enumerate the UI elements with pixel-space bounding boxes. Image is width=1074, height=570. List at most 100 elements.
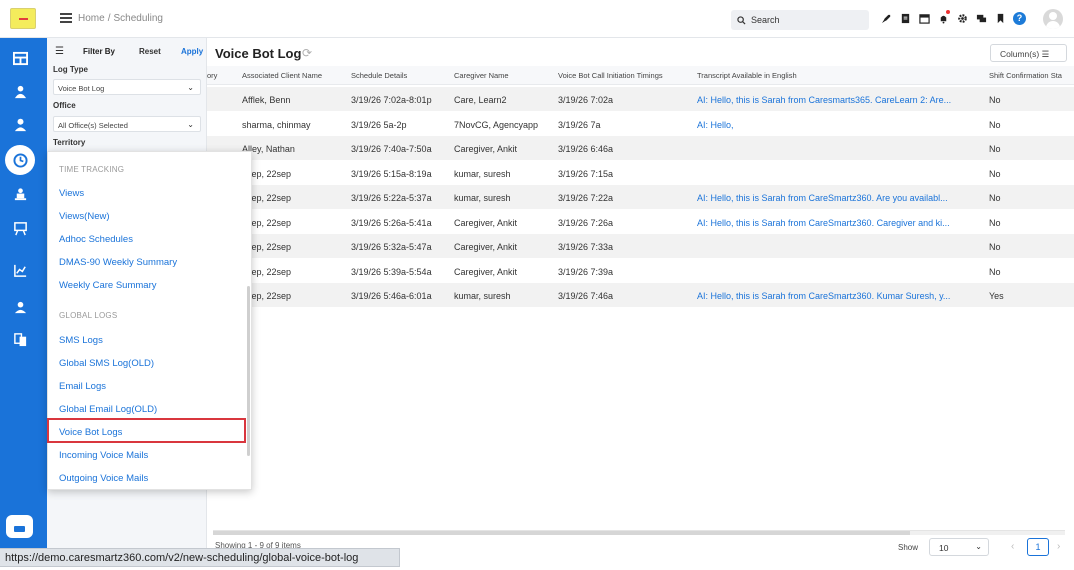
cell-client: Afflek, Benn (242, 95, 291, 105)
help-icon[interactable]: ? (1013, 11, 1026, 25)
cell-confirmation: No (989, 217, 1001, 228)
table-row[interactable]: 2sep, 22sep 3/19/26 5:46a-6:01a kumar, sur… (207, 283, 1074, 307)
office-value: All Office(s) Selected (58, 121, 128, 130)
menu-item-incoming-voice-mails[interactable]: Incoming Voice Mails (59, 450, 148, 461)
cell-transcript[interactable]: AI: Hello, this is Sarah from Caresmarts… (697, 95, 982, 105)
menu-item-voice-bot-logs[interactable]: Voice Bot Logs (59, 427, 122, 438)
filter-collapse-icon[interactable]: ☰ (55, 46, 64, 57)
table-row[interactable]: Alley, Nathan 3/19/26 7:40a-7:50a Caregive… (207, 136, 1074, 160)
notification-bell-icon[interactable] (937, 10, 950, 25)
previous-page-button[interactable]: ‹ (1011, 541, 1014, 552)
filter-title: Filter By (83, 47, 116, 56)
cell-initiation: 3/19/26 7:33a (558, 242, 614, 252)
table-row[interactable]: 2sep, 22sep 3/19/26 5:32a-5:47a Caregiver,… (207, 234, 1074, 258)
cell-transcript[interactable]: AI: Hello, (697, 120, 982, 130)
menu-item-global-sms-log-old[interactable]: Global SMS Log(OLD) (59, 358, 154, 369)
menu-item-views-new[interactable]: Views(New) (59, 211, 110, 222)
left-nav-rail (0, 38, 47, 550)
columns-button[interactable]: Column(s) ☰ (990, 44, 1067, 62)
filter-apply-button[interactable]: Apply (181, 47, 203, 56)
cell-caregiver: kumar, suresh (454, 168, 511, 179)
col-header-caregiver[interactable]: Caregiver Name (454, 71, 509, 80)
current-page-button[interactable]: 1 (1027, 538, 1049, 556)
menu-item-global-email-log-old[interactable]: Global Email Log(OLD) (59, 404, 157, 415)
cell-transcript[interactable]: AI: Hello, this is Sarah from CareSmartz… (697, 291, 982, 301)
cell-initiation: 3/19/26 7:46a (558, 291, 614, 301)
cell-schedule: 3/19/26 5:46a-6:01a (351, 291, 432, 301)
table-row[interactable]: 2sep, 22sep 3/19/26 5:39a-5:54a Caregiver,… (207, 259, 1074, 283)
menu-item-adhoc-schedules[interactable]: Adhoc Schedules (59, 234, 133, 245)
table-row[interactable]: sharma, chinmay 3/19/26 5a-2p 7NovCG, Agen… (207, 112, 1074, 136)
live-chat-button[interactable] (6, 515, 33, 538)
col-header-category[interactable]: ory (207, 71, 217, 80)
menu-scrollbar-thumb[interactable] (247, 286, 250, 456)
cell-initiation: 3/19/26 7:02a (558, 95, 614, 105)
cell-client: 2sep, 22sep (242, 193, 292, 203)
users-icon[interactable] (10, 297, 30, 317)
table-row[interactable]: 2sep, 22sep 3/19/26 5:22a-5:37a kumar, sur… (207, 185, 1074, 209)
menu-item-outgoing-voice-mails[interactable]: Outgoing Voice Mails (59, 473, 148, 484)
bookmark-icon[interactable] (994, 11, 1006, 25)
cell-confirmation: No (989, 193, 1001, 203)
col-header-transcript[interactable]: Transcript Available in English (697, 71, 797, 80)
col-header-initiation[interactable]: Voice Bot Call Initiation Timings (558, 71, 663, 80)
cell-confirmation: Yes (989, 291, 1004, 301)
cell-schedule: 3/19/26 5:32a-5:47a (351, 242, 432, 252)
cell-confirmation: No (989, 168, 1001, 179)
page-size-value: 10 (939, 543, 949, 553)
user-avatar[interactable] (1043, 9, 1063, 29)
log-type-label: Log Type (53, 65, 88, 74)
menu-scrollbar[interactable] (247, 156, 252, 456)
analytics-icon[interactable] (10, 260, 30, 280)
chevron-down-icon: ⌄ (187, 83, 194, 92)
table-row[interactable]: 2sep, 22sep 3/19/26 5:15a-8:19a kumar, sur… (207, 161, 1074, 185)
search-box[interactable] (731, 10, 869, 30)
search-input[interactable] (751, 15, 851, 25)
document-icon[interactable] (899, 11, 911, 25)
dashboard-icon[interactable] (10, 48, 30, 68)
scheduling-dropdown-menu: TIME TRACKING Views Views(New) Adhoc Sch… (47, 151, 252, 490)
menu-item-dmas-90-weekly-summary[interactable]: DMAS-90 Weekly Summary (59, 257, 177, 268)
menu-item-sms-logs[interactable]: SMS Logs (59, 335, 103, 346)
gear-icon[interactable] (956, 11, 968, 25)
hamburger-menu-icon[interactable] (60, 13, 72, 23)
columns-menu-icon: ☰ (1041, 49, 1050, 59)
refresh-icon[interactable]: ⟳ (302, 46, 312, 60)
training-icon[interactable] (10, 184, 30, 204)
cell-transcript[interactable]: AI: Hello, this is Sarah from CareSmartz… (697, 193, 982, 203)
browser-status-url: https://demo.caresmartz360.com/v2/new-sc… (0, 548, 400, 567)
col-header-confirmation[interactable]: Shift Confirmation Sta (989, 71, 1062, 80)
office-select[interactable]: All Office(s) Selected ⌄ (53, 116, 201, 132)
scheduling-icon[interactable] (5, 145, 35, 175)
client-icon[interactable] (10, 114, 30, 134)
menu-item-email-logs[interactable]: Email Logs (59, 381, 106, 392)
calendar-icon[interactable] (918, 11, 930, 25)
col-header-client[interactable]: Associated Client Name (242, 71, 322, 80)
col-header-schedule[interactable]: Schedule Details (351, 71, 407, 80)
filter-reset-button[interactable]: Reset (139, 47, 161, 56)
chat-icon[interactable] (975, 11, 987, 25)
cell-transcript[interactable]: AI: Hello, this is Sarah from CareSmartz… (697, 218, 982, 228)
cell-initiation: 3/19/26 6:46a (558, 144, 614, 154)
menu-item-weekly-care-summary[interactable]: Weekly Care Summary (59, 280, 157, 291)
company-logo[interactable] (10, 8, 36, 29)
next-page-button[interactable]: › (1057, 541, 1060, 552)
cell-caregiver: Caregiver, Ankit (454, 242, 518, 252)
cell-schedule: 3/19/26 5:22a-5:37a (351, 193, 432, 203)
scrollbar-thumb[interactable] (213, 531, 910, 535)
caregiver-icon[interactable] (10, 81, 30, 101)
breadcrumb-home[interactable]: Home (78, 13, 105, 24)
cell-schedule: 3/19/26 5:39a-5:54a (351, 266, 432, 277)
page-size-select[interactable]: 10 ⌄ (929, 538, 989, 556)
log-type-select[interactable]: Voice Bot Log ⌄ (53, 79, 201, 95)
table-row[interactable]: 2sep, 22sep 3/19/26 5:26a-5:41a Caregiver,… (207, 210, 1074, 234)
reports-board-icon[interactable] (10, 218, 30, 238)
breadcrumb: Home / Scheduling (78, 13, 163, 24)
rocket-icon[interactable] (880, 11, 892, 25)
search-icon (737, 15, 746, 25)
menu-section-time-tracking: TIME TRACKING (59, 165, 125, 174)
table-row[interactable]: Afflek, Benn 3/19/26 7:02a-8:01p Care, Lea… (207, 87, 1074, 111)
horizontal-scrollbar[interactable] (213, 530, 1065, 535)
documents-icon[interactable] (10, 329, 30, 349)
menu-item-views[interactable]: Views (59, 188, 84, 199)
